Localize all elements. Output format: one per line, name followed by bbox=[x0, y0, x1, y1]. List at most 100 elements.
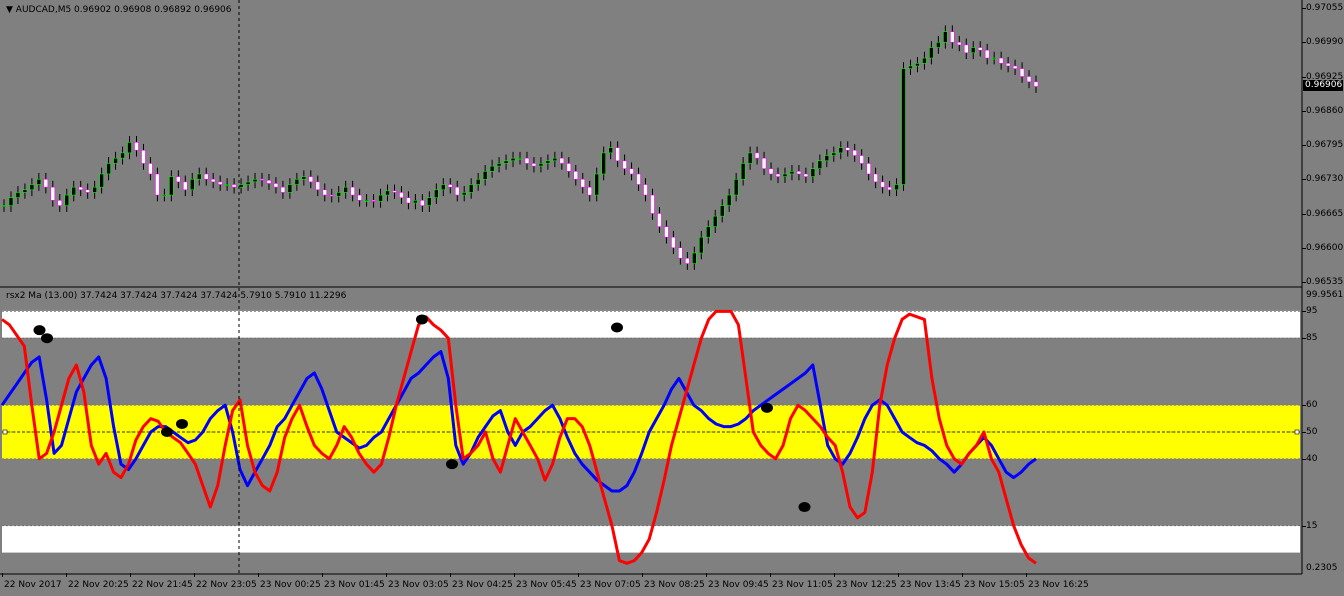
time-axis-label: 23 Nov 05:45 bbox=[516, 580, 577, 590]
time-axis-mark bbox=[386, 573, 387, 577]
candle-body bbox=[308, 176, 314, 183]
candle-body bbox=[182, 181, 188, 191]
dropdown-arrow-icon[interactable]: ▼ bbox=[6, 5, 13, 15]
candle-body bbox=[43, 178, 49, 188]
candle-body bbox=[705, 226, 711, 238]
candle-body bbox=[831, 152, 837, 156]
time-axis-mark bbox=[514, 573, 515, 577]
candle-body bbox=[733, 178, 739, 196]
candle-body bbox=[580, 178, 586, 188]
candle-body bbox=[817, 160, 823, 170]
candle-body bbox=[454, 186, 460, 196]
time-axis-label: 23 Nov 09:45 bbox=[708, 580, 769, 590]
candle-body bbox=[594, 173, 600, 196]
candle-body bbox=[475, 178, 481, 185]
candle-body bbox=[322, 189, 328, 196]
candle-body bbox=[524, 157, 530, 164]
candle-body bbox=[224, 184, 230, 186]
candle-body bbox=[378, 194, 383, 202]
candle-body bbox=[768, 168, 774, 175]
candle-body bbox=[984, 49, 990, 59]
candle-body bbox=[50, 186, 56, 201]
candle-body bbox=[36, 178, 42, 185]
time-axis-mark bbox=[578, 573, 579, 577]
candle-body bbox=[566, 163, 572, 172]
signal-dot bbox=[33, 325, 46, 336]
candle-body bbox=[629, 168, 634, 175]
candle-body bbox=[350, 186, 355, 196]
candle-body bbox=[712, 215, 718, 227]
signal-dot bbox=[611, 322, 623, 333]
candle-body bbox=[343, 186, 348, 193]
candle-body bbox=[440, 184, 446, 191]
candle-body bbox=[238, 184, 244, 188]
time-axis-mark bbox=[130, 573, 131, 577]
candle-body bbox=[294, 178, 300, 185]
candle-body bbox=[148, 163, 153, 175]
indicator-level-label: 15 bbox=[1306, 520, 1318, 531]
candle-body bbox=[761, 157, 767, 170]
candle-body bbox=[106, 163, 111, 175]
candle-body bbox=[162, 194, 167, 197]
time-axis-mark bbox=[194, 573, 195, 577]
time-axis-label: 23 Nov 07:05 bbox=[580, 580, 641, 590]
candle-body bbox=[692, 252, 697, 264]
time-axis-mark bbox=[2, 573, 3, 577]
candle-body bbox=[908, 65, 913, 69]
time-axis-label: 23 Nov 00:25 bbox=[260, 580, 321, 590]
candle-body bbox=[1005, 63, 1011, 67]
candle-body bbox=[399, 192, 404, 198]
candle-body bbox=[643, 184, 648, 196]
candle-body bbox=[552, 157, 558, 162]
candle-body bbox=[810, 168, 816, 177]
candle-body bbox=[92, 186, 97, 193]
price-scale-label: 0.96535 bbox=[1306, 277, 1344, 287]
candle-body bbox=[754, 152, 760, 159]
candle-body bbox=[859, 155, 864, 164]
candle-body bbox=[434, 189, 439, 198]
candle-body bbox=[915, 63, 920, 67]
candle-body bbox=[329, 194, 335, 197]
candle-body bbox=[880, 181, 885, 188]
price-scale-label: 0.96665 bbox=[1306, 208, 1344, 219]
candle-body bbox=[231, 184, 237, 188]
candle-body bbox=[99, 173, 104, 188]
candle-body bbox=[991, 57, 997, 60]
candle-body bbox=[461, 192, 467, 196]
candle-body bbox=[998, 57, 1004, 64]
signal-dot bbox=[446, 459, 458, 470]
candle-body bbox=[824, 155, 830, 162]
candle-body bbox=[789, 171, 795, 175]
candle-body bbox=[413, 200, 418, 204]
time-axis-mark bbox=[322, 573, 323, 577]
candle-body bbox=[531, 163, 537, 167]
candle-body bbox=[385, 190, 390, 196]
candle-body bbox=[943, 31, 948, 43]
candle-body bbox=[873, 173, 878, 183]
candle-body bbox=[169, 176, 174, 196]
candle-body bbox=[127, 142, 132, 154]
candle-body bbox=[956, 41, 962, 46]
price-scale-label: 0.96600 bbox=[1306, 242, 1344, 253]
symbol-header-text: AUDCAD,M5 0.96902 0.96908 0.96892 0.9690… bbox=[15, 5, 232, 15]
candle-body bbox=[538, 163, 544, 167]
time-axis-label: 23 Nov 04:25 bbox=[452, 580, 513, 590]
price-scale-label: 0.96860 bbox=[1306, 105, 1344, 116]
candle-body bbox=[210, 178, 216, 183]
signal-dot bbox=[761, 402, 773, 413]
candle-body bbox=[615, 147, 620, 162]
time-axis-mark bbox=[770, 573, 771, 577]
candle-body bbox=[866, 163, 871, 175]
time-axis-mark bbox=[258, 573, 259, 577]
candle-body bbox=[587, 186, 593, 196]
time-axis-label: 23 Nov 11:05 bbox=[772, 580, 833, 590]
time-axis-label: 23 Nov 08:25 bbox=[644, 580, 705, 590]
time-axis-mark bbox=[898, 573, 899, 577]
candle-body bbox=[929, 47, 934, 59]
candle-body bbox=[970, 47, 976, 54]
candle-body bbox=[1012, 65, 1018, 69]
candle-body bbox=[1, 205, 7, 207]
candle-body bbox=[273, 183, 279, 188]
time-axis-label: 23 Nov 12:25 bbox=[836, 580, 897, 590]
candle-body bbox=[287, 184, 293, 193]
